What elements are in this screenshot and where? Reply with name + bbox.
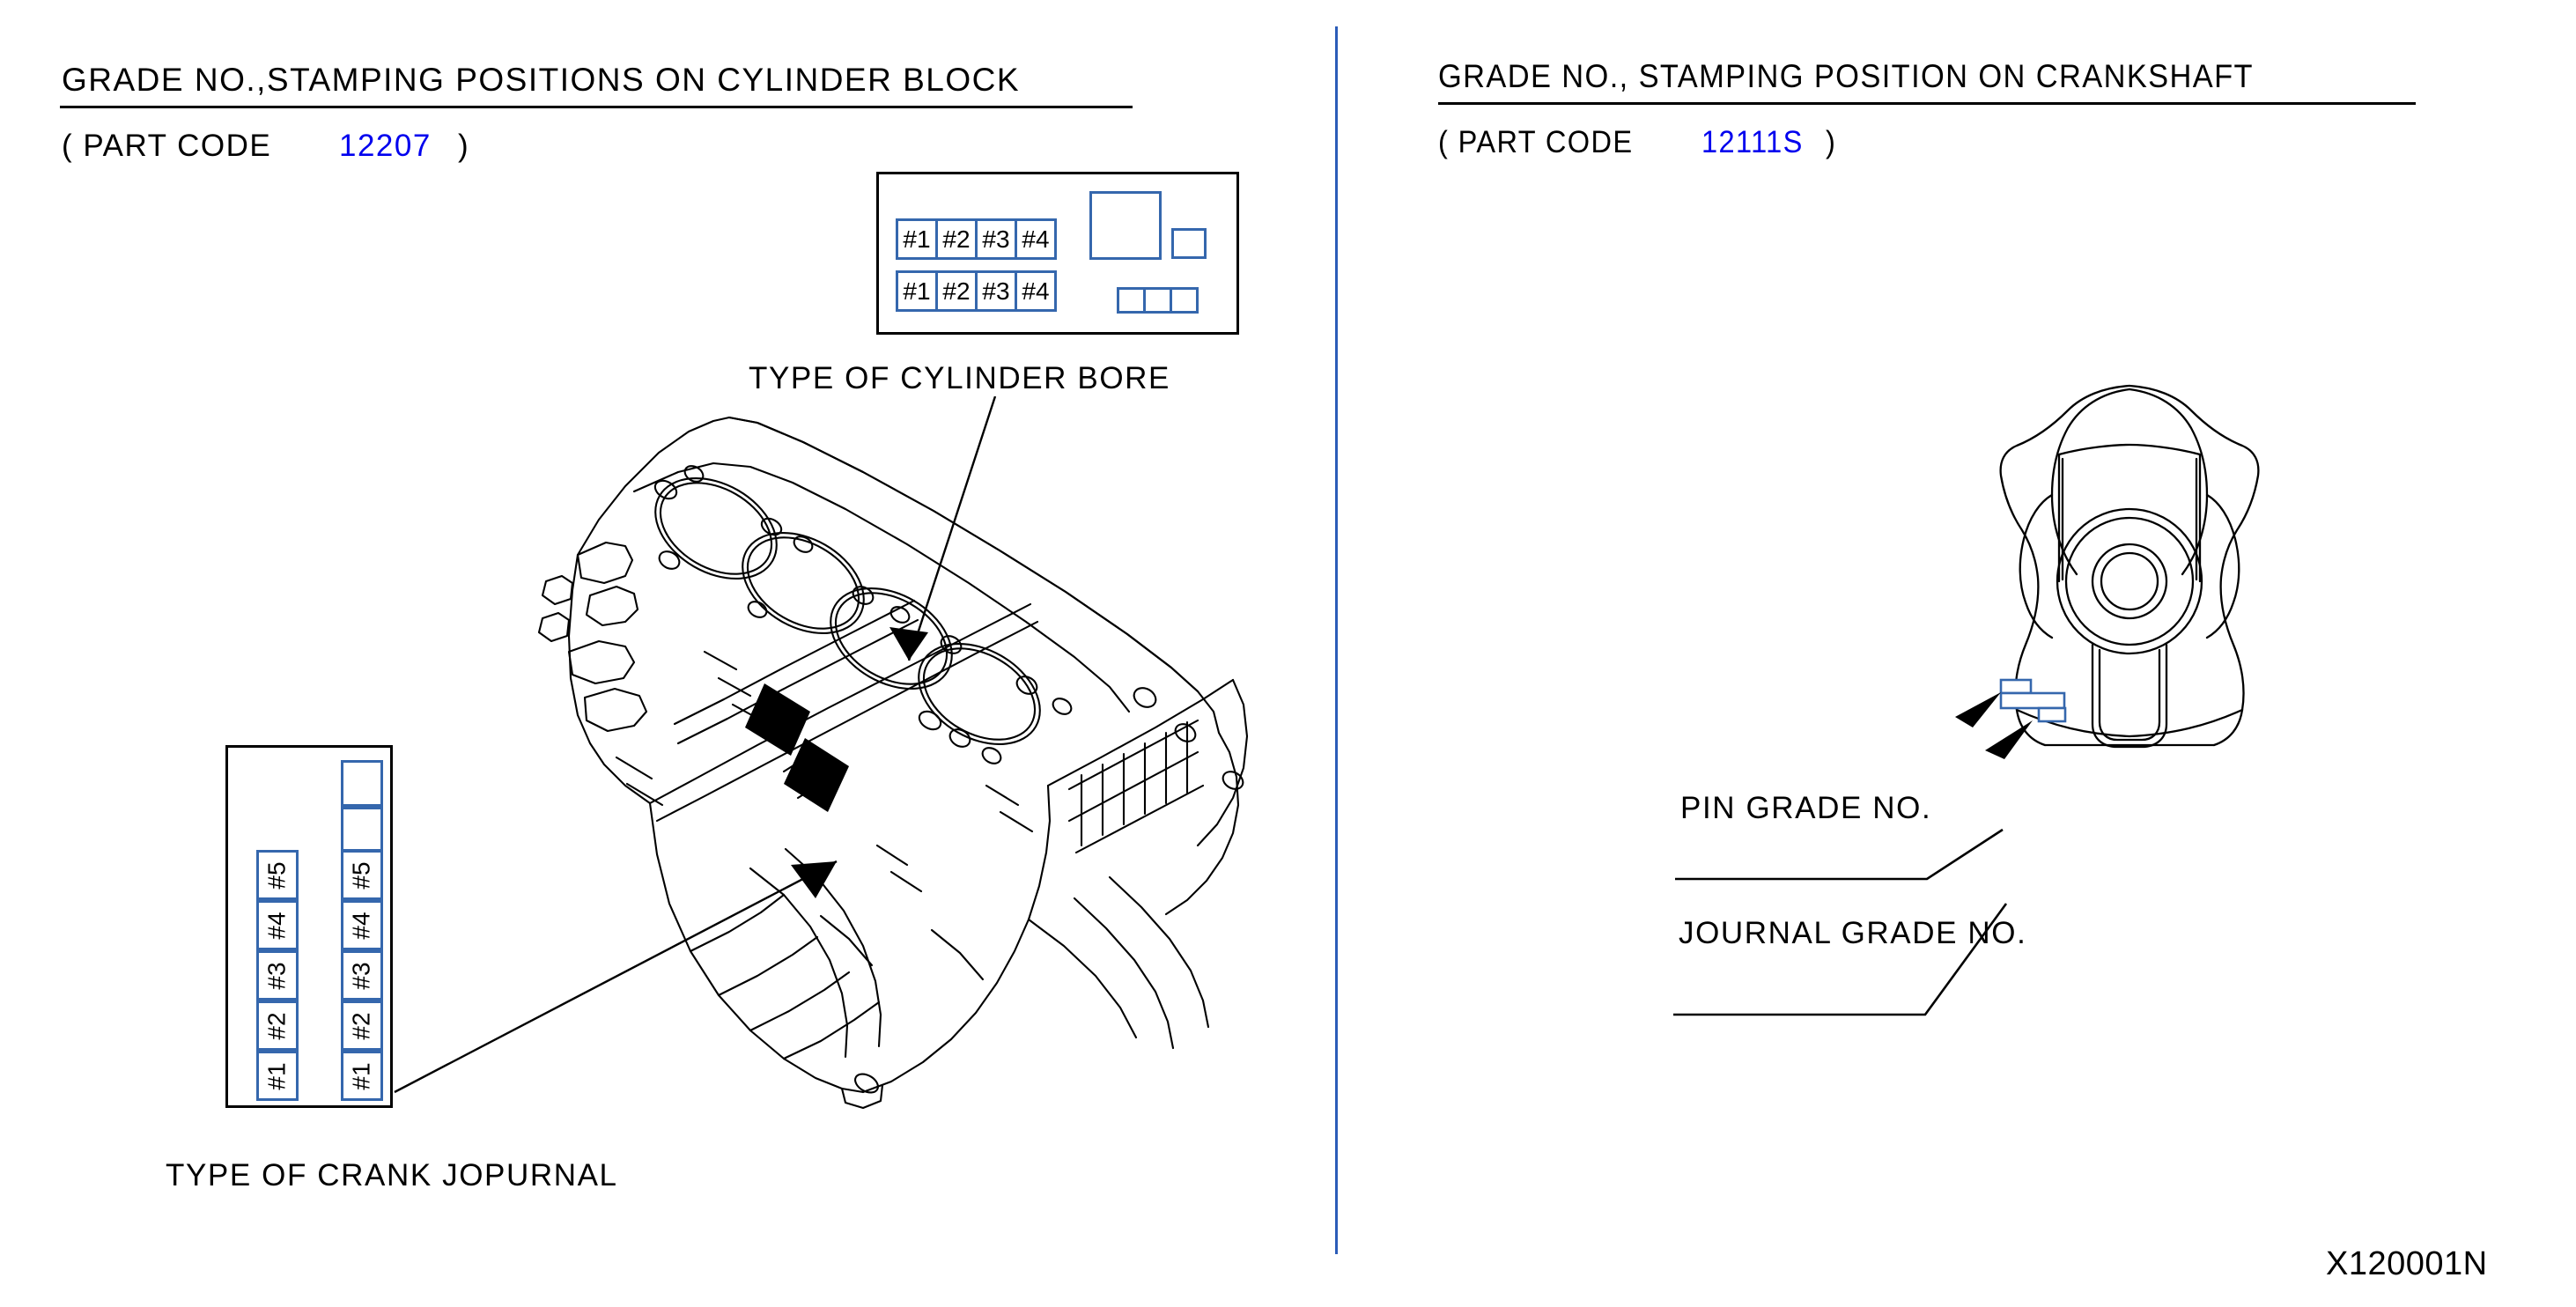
crankshaft-marker-arrows [1955, 692, 2033, 759]
crank-journal-caption: TYPE OF CRANK JOPURNAL [166, 1158, 618, 1193]
bore-cell: #4 [1015, 270, 1057, 312]
journal-blank-cell [341, 807, 383, 852]
journal-cell: #3 [341, 950, 383, 1001]
journal-cell: #1 [256, 1051, 299, 1101]
left-part-code-prefix: ( PART CODE [62, 129, 272, 163]
bore-blank-cell [1143, 287, 1172, 314]
bore-table-row-2: #1 #2 #3 #4 [896, 270, 1057, 312]
cylinder-bore-leader [889, 396, 997, 661]
pin-grade-label: PIN GRADE NO. [1680, 791, 1932, 825]
right-part-code-prefix: ( PART CODE [1438, 125, 1634, 159]
bore-table-row-1: #1 #2 #3 #4 [896, 218, 1057, 260]
left-part-code-value: 12207 [339, 129, 432, 163]
journal-cell: #5 [341, 850, 383, 900]
bore-cell: #2 [935, 270, 978, 312]
left-part-code-suffix: ) [458, 129, 470, 163]
left-panel-title-underline [60, 106, 1133, 108]
bore-cell: #1 [896, 270, 938, 312]
bore-cell: #3 [975, 270, 1017, 312]
right-panel-title-underline [1438, 102, 2416, 105]
left-panel: GRADE NO.,STAMPING POSITIONS ON CYLINDER… [0, 0, 1330, 1307]
journal-blank-cell [341, 760, 383, 807]
bore-table-blank-large-box [1089, 191, 1162, 260]
journal-cell: #2 [256, 1001, 299, 1051]
bore-blank-cell [1117, 287, 1146, 314]
bore-cell: #1 [896, 218, 938, 260]
journal-cell: #5 [256, 850, 299, 900]
bore-table-blank-small-box [1171, 228, 1207, 259]
journal-cell: #3 [256, 950, 299, 1001]
right-part-code-value: 12111S [1701, 125, 1804, 159]
journal-cell: #4 [256, 900, 299, 950]
bore-table-blank-triple [1117, 287, 1199, 314]
left-panel-title: GRADE NO.,STAMPING POSITIONS ON CYLINDER… [62, 62, 1021, 98]
right-part-code-suffix: ) [1826, 125, 1837, 159]
diagram-page: GRADE NO.,STAMPING POSITIONS ON CYLINDER… [0, 0, 2576, 1307]
bore-cell: #4 [1015, 218, 1057, 260]
crank-journal-leader [394, 860, 838, 1094]
journal-cell: #1 [341, 1051, 383, 1101]
panel-divider [1335, 26, 1338, 1254]
reference-code: X120001N [2326, 1245, 2488, 1282]
journal-grade-leader [1673, 903, 2008, 1016]
bore-cell: #3 [975, 218, 1017, 260]
journal-cell: #4 [341, 900, 383, 950]
bore-blank-cell [1170, 287, 1199, 314]
bore-cell: #2 [935, 218, 978, 260]
right-panel: GRADE NO., STAMPING POSITION ON CRANKSHA… [1339, 0, 2576, 1307]
right-panel-title: GRADE NO., STAMPING POSITION ON CRANKSHA… [1438, 58, 2254, 94]
journal-cell: #2 [341, 1001, 383, 1051]
